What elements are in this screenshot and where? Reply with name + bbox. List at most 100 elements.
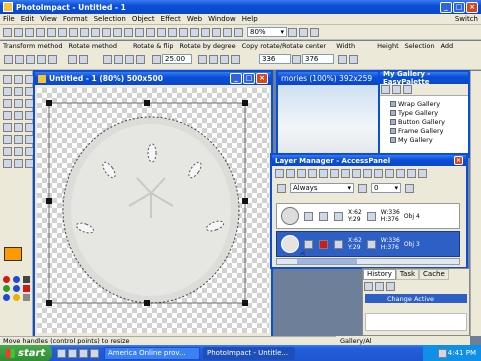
layer-effects-icon[interactable] xyxy=(407,169,416,178)
doc-maximize-button[interactable]: □ xyxy=(243,73,255,84)
fit-icon[interactable] xyxy=(288,27,297,37)
line-tool-icon[interactable] xyxy=(3,159,12,168)
menu-object[interactable]: Object xyxy=(129,15,158,23)
web-icon[interactable] xyxy=(91,27,100,37)
retouch-tool-icon[interactable] xyxy=(3,135,12,144)
layer-lock-icon[interactable] xyxy=(330,169,339,178)
email-icon[interactable] xyxy=(102,27,111,37)
text-tool-icon[interactable] xyxy=(14,99,23,108)
gradient-tool-icon[interactable] xyxy=(14,111,23,120)
color-black-icon[interactable] xyxy=(23,276,30,283)
layer-mode-icon[interactable] xyxy=(418,169,427,178)
history-record-icon[interactable] xyxy=(375,281,384,291)
layer-scroll-thumb[interactable] xyxy=(297,259,357,264)
layer-opacity-select[interactable]: 0 ▾ xyxy=(371,183,401,193)
new-icon[interactable] xyxy=(3,27,12,37)
flip-h-icon[interactable] xyxy=(125,54,134,64)
transform-resize-icon[interactable] xyxy=(15,54,24,64)
rotate-degree-input[interactable]: 25.00 xyxy=(162,54,192,64)
layer-mode-select[interactable]: Always ▾ xyxy=(290,183,354,193)
rotate-icon[interactable] xyxy=(146,27,155,37)
open-icon[interactable] xyxy=(14,27,23,37)
rotate-3d-icon[interactable] xyxy=(79,54,88,64)
switch-button[interactable]: Switch xyxy=(452,15,481,23)
gallery-view-icon[interactable] xyxy=(392,85,401,94)
undo-icon[interactable] xyxy=(113,27,122,37)
gallery-item[interactable]: Wrap Gallery xyxy=(390,99,468,108)
save-icon[interactable] xyxy=(25,27,34,37)
paint-tool-icon[interactable] xyxy=(14,159,23,168)
paste-icon[interactable] xyxy=(80,27,89,37)
tab-cache[interactable]: Cache xyxy=(419,269,449,280)
layer-properties-icon[interactable] xyxy=(385,169,394,178)
color-gray-icon[interactable] xyxy=(23,294,30,301)
color-red-icon[interactable] xyxy=(3,276,10,283)
brush-tool-icon[interactable] xyxy=(3,123,12,132)
merge-icon[interactable] xyxy=(201,27,210,37)
selection-new-icon[interactable] xyxy=(338,54,347,64)
gallery-item[interactable]: My Gallery xyxy=(390,135,468,144)
color-blue3-icon[interactable] xyxy=(3,294,10,301)
layer-view-icon[interactable] xyxy=(277,183,286,193)
transform-perspective-icon[interactable] xyxy=(37,54,46,64)
fill-tool-icon[interactable] xyxy=(3,111,12,120)
canvas[interactable] xyxy=(37,88,269,333)
marquee-tool-icon[interactable] xyxy=(3,87,12,96)
history-delete-icon[interactable] xyxy=(386,281,395,291)
gallery-item[interactable]: Frame Gallery xyxy=(390,126,468,135)
transform-tool-icon[interactable] xyxy=(14,75,23,84)
print-icon[interactable] xyxy=(36,27,45,37)
gallery-album-label[interactable]: Gallery/Al xyxy=(340,337,372,345)
fullscreen-icon[interactable] xyxy=(299,27,308,37)
rotate-right-icon[interactable] xyxy=(114,54,123,64)
transform-rotate-icon[interactable] xyxy=(4,54,13,64)
rotate-center-icon[interactable] xyxy=(209,54,218,64)
height-input[interactable]: 376 xyxy=(302,54,334,64)
gallery-item[interactable]: Type Gallery xyxy=(390,108,468,117)
layer-opacity-icon[interactable] xyxy=(405,183,414,193)
zoom-select[interactable]: 80% ▾ xyxy=(247,27,287,37)
layer-align-icon[interactable] xyxy=(396,169,405,178)
doc-close-button[interactable]: × xyxy=(256,73,268,84)
layer-manager-title-bar[interactable]: Layer Manager - AccessPanel × xyxy=(272,155,466,166)
menu-help[interactable]: Help xyxy=(239,15,261,23)
quicklaunch-media-icon[interactable] xyxy=(79,348,88,358)
layer-link-icon[interactable] xyxy=(334,239,343,249)
transform-distort-icon[interactable] xyxy=(48,54,57,64)
layer-merge-icon[interactable] xyxy=(297,169,306,178)
maximize-button[interactable]: □ xyxy=(453,1,465,13)
menu-selection[interactable]: Selection xyxy=(91,15,129,23)
color-blue2-icon[interactable] xyxy=(13,285,20,292)
sand-dollar-object[interactable] xyxy=(62,116,240,304)
pick-tool-icon[interactable] xyxy=(3,75,12,84)
layer-row[interactable]: X:62 Y:29 W:336 H:376 Obj 4 xyxy=(276,203,460,229)
layer-hide-icon[interactable] xyxy=(341,169,350,178)
flip-icon[interactable] xyxy=(157,27,166,37)
gallery-title-bar[interactable]: My Gallery - EasyPalette xyxy=(380,70,468,86)
help-icon[interactable] xyxy=(310,27,319,37)
color-blue-icon[interactable] xyxy=(13,276,20,283)
layer-group-icon[interactable] xyxy=(308,169,317,178)
crop-icon[interactable] xyxy=(135,27,144,37)
lasso-tool-icon[interactable] xyxy=(14,87,23,96)
lock-icon[interactable] xyxy=(231,54,240,64)
copy-icon[interactable] xyxy=(69,27,78,37)
color-green-icon[interactable] xyxy=(3,285,10,292)
resize-icon[interactable] xyxy=(168,27,177,37)
hand-tool-icon[interactable] xyxy=(14,147,23,156)
taskbar-item-aol[interactable]: America Online prov... xyxy=(104,346,200,360)
redo-icon[interactable] xyxy=(124,27,133,37)
layer-icon[interactable] xyxy=(179,27,188,37)
start-button[interactable]: start xyxy=(0,345,52,361)
selection-add-icon[interactable] xyxy=(349,54,358,64)
layer-delete-icon[interactable] xyxy=(374,169,383,178)
layer-down-icon[interactable] xyxy=(363,169,372,178)
rotate-degree-icon[interactable] xyxy=(152,54,161,64)
menu-edit[interactable]: Edit xyxy=(18,15,38,23)
quicklaunch-aol-icon[interactable] xyxy=(90,348,99,358)
layer-copy-icon[interactable] xyxy=(286,169,295,178)
gallery-menu-icon[interactable] xyxy=(381,85,390,94)
layer-up-icon[interactable] xyxy=(352,169,361,178)
scan-icon[interactable] xyxy=(47,27,56,37)
zoom-in-icon[interactable] xyxy=(223,27,232,37)
